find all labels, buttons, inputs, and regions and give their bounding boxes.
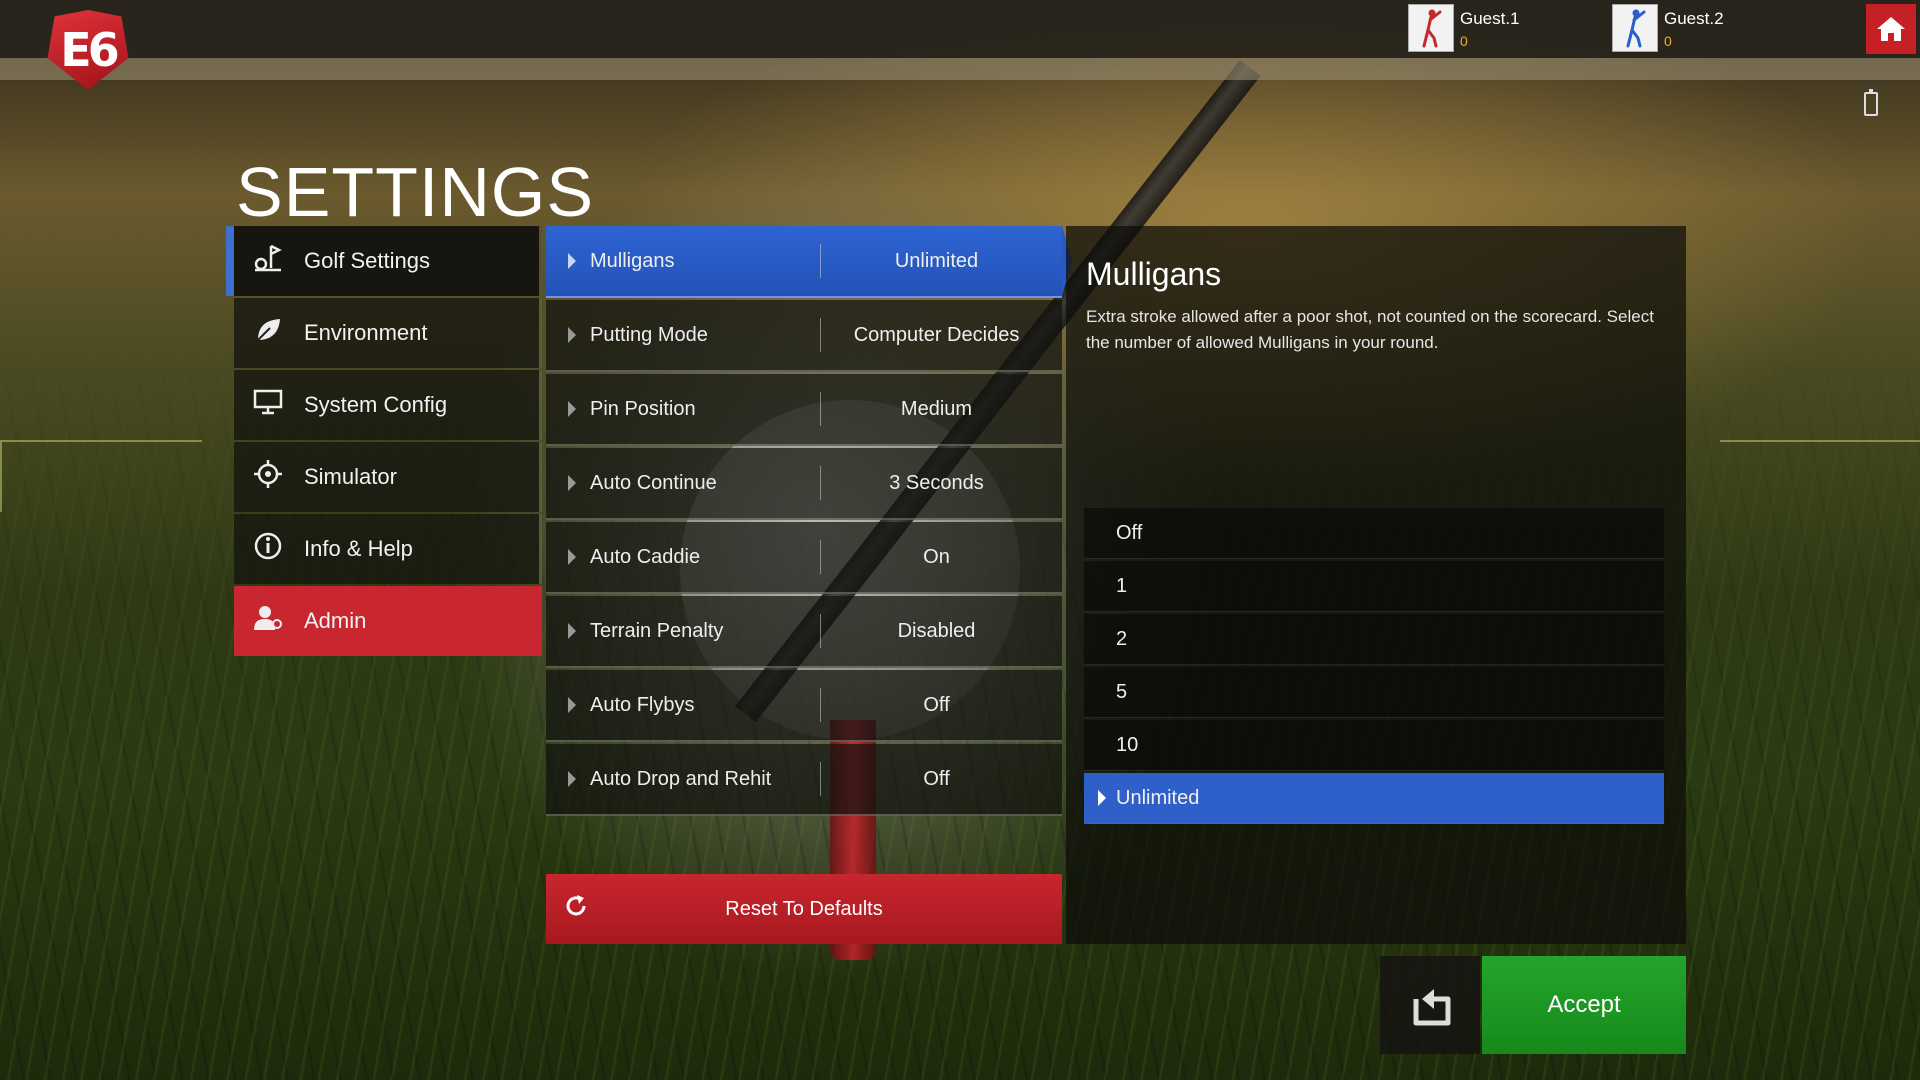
- menu-item-label: Admin: [304, 608, 367, 633]
- chevron-right-icon: [568, 549, 576, 565]
- option-value: Disabled: [897, 619, 976, 642]
- chevron-right-icon: [568, 697, 576, 713]
- option-name: Terrain Penalty: [590, 619, 724, 642]
- option-row-auto-flybys[interactable]: Auto Flybys Off: [546, 670, 1062, 742]
- option-name: Auto Caddie: [590, 545, 701, 568]
- monitor-icon: [250, 389, 286, 422]
- choice-label: Unlimited: [1116, 786, 1200, 809]
- leaf-icon: [250, 316, 286, 351]
- golfer-icon: [1626, 9, 1646, 48]
- golf-settings-icon: [250, 244, 286, 279]
- player-guest-1[interactable]: Guest.1 0: [1408, 4, 1520, 52]
- golfer-icon: [1422, 9, 1442, 48]
- logo-text: E6: [60, 23, 119, 77]
- choice-label: 5: [1116, 680, 1128, 703]
- info-icon: [250, 531, 286, 568]
- choice-label: Off: [1116, 521, 1143, 544]
- golfer-avatar-icon: [1408, 4, 1454, 52]
- player-info: Guest.2 0: [1664, 4, 1724, 49]
- option-name: Pin Position: [590, 397, 696, 420]
- choice-5[interactable]: 5: [1084, 667, 1664, 718]
- player-score: 0: [1664, 33, 1672, 49]
- menu-item-label: Simulator: [304, 464, 397, 489]
- choice-off[interactable]: Off: [1084, 508, 1664, 559]
- menu-item-golf-settings[interactable]: Golf Settings: [226, 226, 542, 296]
- page-title: SETTINGS: [236, 153, 595, 231]
- golf-options-list: Mulligans Unlimited Putting Mode Compute…: [546, 226, 1072, 818]
- option-value: Computer Decides: [853, 323, 1020, 346]
- option-value: Unlimited: [894, 249, 979, 272]
- undo-back-icon: [1413, 989, 1451, 1026]
- detail-description: Extra stroke allowed after a poor shot, …: [1086, 307, 1654, 352]
- menu-item-label: Environment: [304, 320, 428, 345]
- option-row-terrain-penalty[interactable]: Terrain Penalty Disabled: [546, 596, 1062, 668]
- choice-label: 1: [1116, 574, 1128, 597]
- reset-to-defaults-button[interactable]: Reset To Defaults: [546, 874, 1062, 944]
- player-name: Guest.1: [1460, 9, 1520, 28]
- decor-line-right: [1720, 440, 1920, 512]
- crosshair-icon: [250, 459, 286, 495]
- menu-item-label: Info & Help: [304, 536, 413, 561]
- home-button[interactable]: [1866, 4, 1916, 54]
- chevron-right-icon: [568, 401, 576, 417]
- back-button[interactable]: [1380, 956, 1480, 1054]
- player-info: Guest.1 0: [1460, 4, 1520, 49]
- menu-item-label: Golf Settings: [304, 248, 430, 273]
- mulligan-choices-list: Off 1 2 5 10 Unlimited: [1084, 508, 1664, 826]
- choice-unlimited[interactable]: Unlimited: [1084, 773, 1664, 824]
- accept-button[interactable]: Accept: [1482, 956, 1686, 1054]
- menu-item-label: System Config: [304, 392, 448, 417]
- battery-icon: [1864, 89, 1878, 116]
- refresh-icon: [564, 893, 594, 925]
- menu-item-info-help[interactable]: Info & Help: [234, 514, 542, 584]
- option-row-putting-mode[interactable]: Putting Mode Computer Decides: [546, 300, 1062, 372]
- accept-label: Accept: [1547, 991, 1621, 1018]
- detail-panel: Mulligans Extra stroke allowed after a p…: [1066, 226, 1686, 944]
- option-name: Mulligans: [590, 249, 675, 272]
- chevron-right-icon: [568, 475, 576, 491]
- home-icon: [1877, 17, 1905, 41]
- option-name: Auto Flybys: [590, 693, 695, 716]
- option-value: Off: [923, 693, 950, 716]
- choice-1[interactable]: 1: [1084, 561, 1664, 612]
- admin-user-icon: [250, 604, 286, 639]
- option-value: 3 Seconds: [889, 471, 984, 494]
- player-name: Guest.2: [1664, 9, 1724, 28]
- choice-label: 10: [1116, 733, 1139, 756]
- detail-title: Mulligans: [1086, 256, 1222, 292]
- option-value: Off: [923, 767, 950, 790]
- chevron-right-icon: [568, 327, 576, 343]
- option-name: Auto Continue: [590, 471, 717, 494]
- player-guest-2[interactable]: Guest.2 0: [1612, 4, 1724, 52]
- menu-item-admin[interactable]: Admin: [234, 586, 542, 656]
- menu-item-environment[interactable]: Environment: [234, 298, 542, 368]
- option-row-auto-continue[interactable]: Auto Continue 3 Seconds: [546, 448, 1062, 520]
- player-score: 0: [1460, 33, 1468, 49]
- menu-item-simulator[interactable]: Simulator: [234, 442, 542, 512]
- option-row-auto-drop-rehit[interactable]: Auto Drop and Rehit Off: [546, 744, 1062, 816]
- decor-line-left: [0, 440, 202, 512]
- option-row-pin-position[interactable]: Pin Position Medium: [546, 374, 1062, 446]
- top-strip: [0, 58, 1920, 80]
- choice-10[interactable]: 10: [1084, 720, 1664, 771]
- option-value: Medium: [900, 397, 973, 420]
- settings-menu: Golf Settings Environment System Config …: [226, 226, 542, 658]
- option-row-auto-caddie[interactable]: Auto Caddie On: [546, 522, 1062, 594]
- option-name: Auto Drop and Rehit: [590, 767, 772, 790]
- option-name: Putting Mode: [590, 323, 708, 346]
- option-value: On: [923, 545, 950, 568]
- choice-label: 2: [1116, 627, 1128, 650]
- caret-right-icon: [1098, 790, 1106, 806]
- chevron-right-icon: [568, 623, 576, 639]
- choice-2[interactable]: 2: [1084, 614, 1664, 665]
- reset-label: Reset To Defaults: [725, 897, 883, 920]
- menu-item-system-config[interactable]: System Config: [234, 370, 542, 440]
- chevron-right-icon: [568, 253, 576, 269]
- option-row-mulligans[interactable]: Mulligans Unlimited: [546, 226, 1072, 298]
- golfer-avatar-icon: [1612, 4, 1658, 52]
- chevron-right-icon: [568, 771, 576, 787]
